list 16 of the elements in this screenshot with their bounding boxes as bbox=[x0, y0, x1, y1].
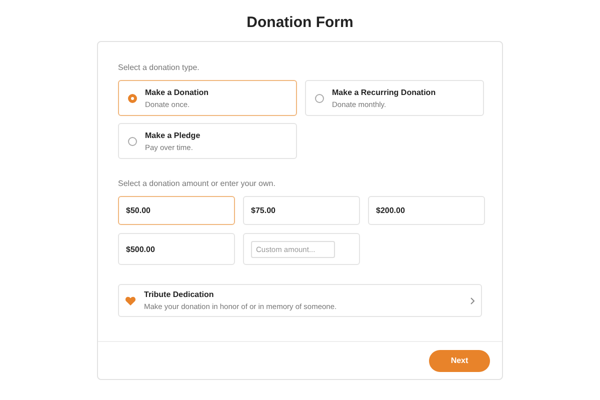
amount-option[interactable]: $200.00 bbox=[368, 196, 485, 225]
form-title: Donation Form bbox=[246, 14, 354, 31]
radio-button[interactable] bbox=[315, 94, 324, 102]
radio-button[interactable] bbox=[128, 94, 137, 102]
heart-icon bbox=[125, 296, 136, 306]
amount-option[interactable]: $500.00 bbox=[118, 233, 235, 265]
option-title: Make a Pledge bbox=[145, 130, 200, 140]
tribute-title: Tribute Dedication bbox=[144, 290, 215, 299]
option-title: Make a Recurring Donation bbox=[332, 88, 436, 96]
section-label: Select a donation type. bbox=[118, 63, 200, 72]
amount-option[interactable]: $50.00 bbox=[118, 196, 235, 225]
section-label: Select a donation amount or enter your own. bbox=[118, 179, 276, 188]
amount-option[interactable]: $75.00 bbox=[243, 196, 360, 225]
radio-button[interactable] bbox=[128, 136, 137, 146]
option-title: Make a Donation bbox=[145, 88, 209, 96]
chevron-right-icon bbox=[470, 296, 475, 304]
